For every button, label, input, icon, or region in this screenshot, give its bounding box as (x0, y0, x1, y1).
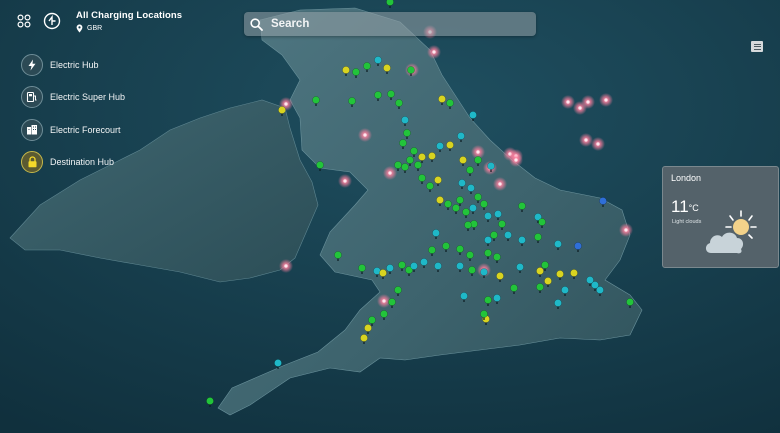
country-selector[interactable]: GBR (76, 24, 182, 33)
location-glow-dot (388, 171, 392, 175)
location-glow-dot (514, 158, 518, 162)
legend-label: Electric Hub (50, 60, 99, 70)
weather-temp-unit: °C (688, 203, 699, 213)
header: All Charging Locations GBR (14, 10, 182, 33)
menu-line (753, 48, 761, 50)
building-icon (21, 118, 43, 141)
location-glow-dot (382, 299, 386, 303)
apps-grid-icon[interactable] (14, 10, 34, 32)
page-title: All Charging Locations (76, 10, 183, 21)
search-icon (250, 17, 263, 31)
location-glow-dot (578, 106, 582, 110)
location-glow-dot (363, 133, 367, 137)
legend-item-destination-hub[interactable]: Destination Hub (21, 150, 125, 173)
location-glow-dot (432, 50, 436, 54)
menu-line (753, 43, 761, 45)
legend-item-electric-hub[interactable]: Electric Hub (21, 54, 125, 76)
weather-card: London 11°C Light clouds (662, 166, 779, 268)
location-glow-dot (498, 182, 502, 186)
location-glow-dot (604, 98, 608, 102)
menu-button[interactable] (751, 41, 763, 52)
weather-city: London (671, 173, 702, 183)
location-glow-dot (284, 264, 288, 268)
lock-icon (21, 150, 43, 173)
legend: Electric Hub Electric Super Hub Electric… (21, 54, 125, 183)
search-input[interactable] (269, 17, 523, 31)
location-glow-dot (586, 100, 590, 104)
brand-logo-icon[interactable] (42, 10, 62, 32)
country-label: GBR (87, 25, 103, 32)
location-glow-dot (284, 102, 288, 106)
charger-icon (21, 86, 43, 109)
weather-temperature: 11°C (671, 197, 699, 217)
legend-label: Electric Forecourt (50, 124, 121, 135)
location-glow-dot (566, 100, 570, 104)
weather-condition: Light clouds (672, 219, 702, 225)
lightning-icon (21, 54, 43, 76)
location-glow-dot (476, 150, 480, 154)
location-glow-dot (624, 228, 628, 232)
weather-temp-value: 11 (671, 197, 689, 216)
partly-cloudy-icon (705, 210, 757, 254)
legend-item-electric-super-hub[interactable]: Electric Super Hub (21, 86, 126, 109)
legend-label: Destination Hub (50, 156, 115, 167)
legend-item-electric-forecourt[interactable]: Electric Forecourt (21, 118, 125, 141)
location-glow-dot (584, 138, 588, 142)
legend-label: Electric Super Hub (50, 92, 126, 103)
location-pin-icon (76, 24, 83, 33)
menu-line (753, 46, 761, 47)
location-glow-dot (596, 142, 600, 146)
search-bar[interactable] (244, 12, 536, 36)
location-glow-dot (343, 179, 347, 183)
